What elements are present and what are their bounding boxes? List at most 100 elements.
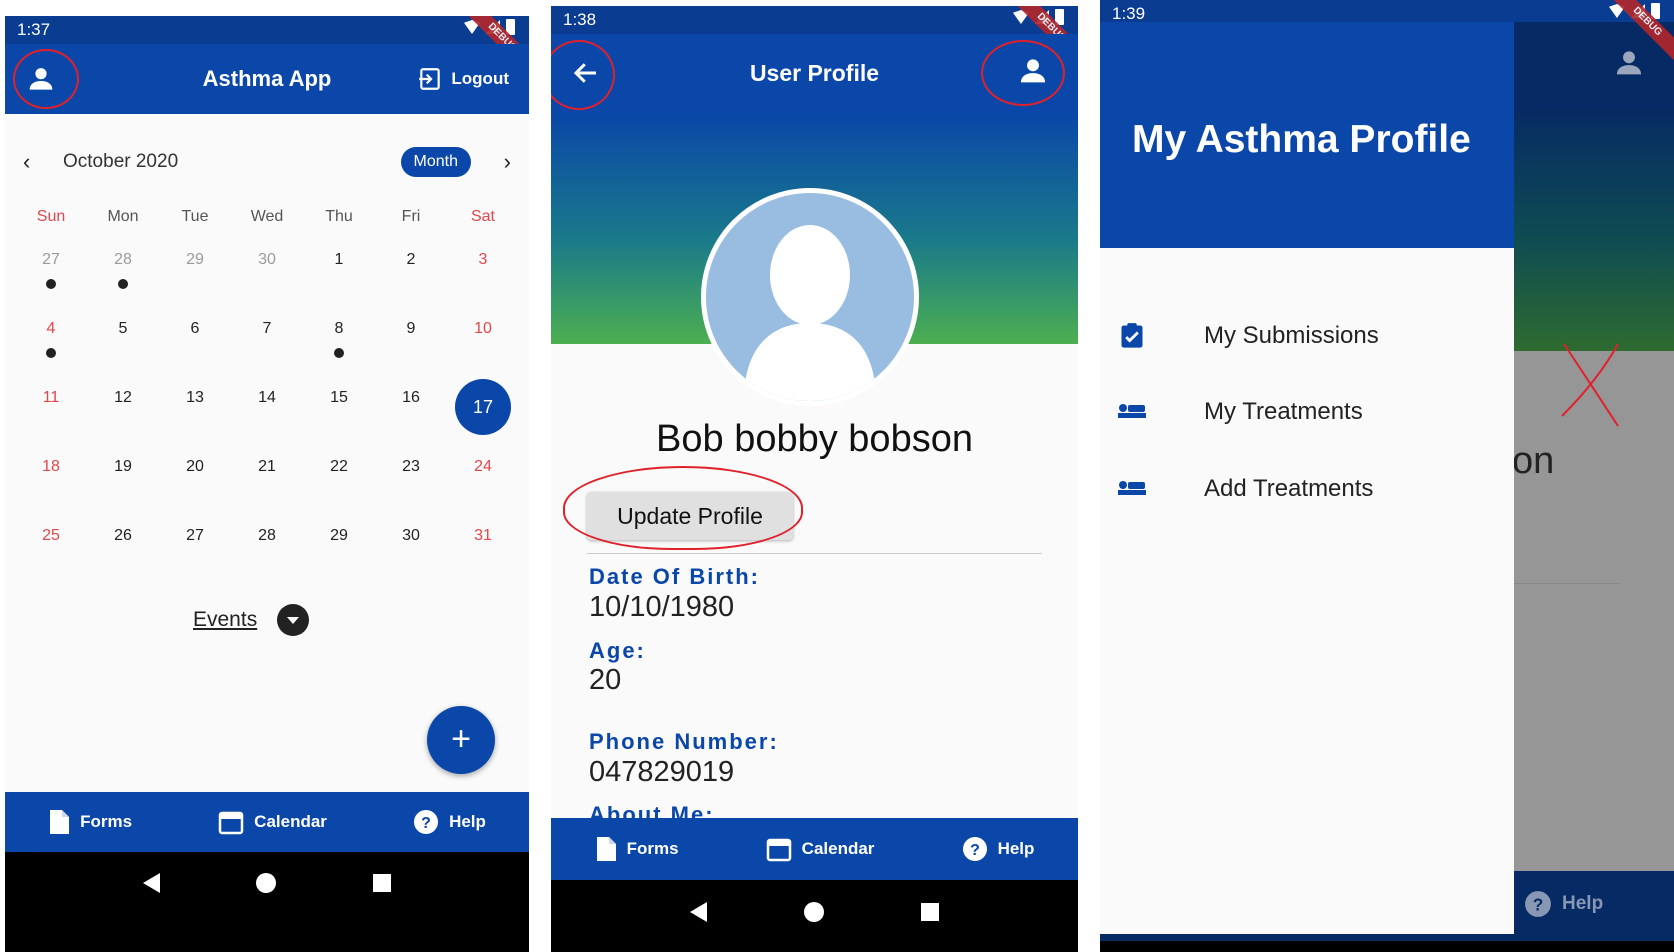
calendar-day[interactable]: 7 <box>231 310 303 379</box>
day-number: 19 <box>114 458 132 475</box>
nav-calendar-label: Calendar <box>254 812 327 831</box>
weekday-label: Fri <box>401 208 421 225</box>
calendar-day[interactable]: 1 <box>303 241 375 310</box>
day-number: 2 <box>406 251 416 268</box>
calendar-day[interactable]: 11 <box>15 379 87 448</box>
drawer-title: My Asthma Profile <box>1132 118 1471 161</box>
phone-value: 047829019 <box>589 756 735 788</box>
calendar-day[interactable]: 13 <box>159 379 231 448</box>
calendar-day-today[interactable]: 17 <box>447 379 519 448</box>
calendar-day[interactable]: 30 <box>231 241 303 310</box>
calendar-day[interactable]: 29 <box>159 241 231 310</box>
day-number: 29 <box>330 527 348 544</box>
drawer-item-treatments[interactable]: My Treatments <box>1118 398 1363 426</box>
calendar-day[interactable]: 9 <box>375 310 447 379</box>
calendar-day[interactable]: 4 <box>15 310 87 379</box>
drawer-item-submissions[interactable]: My Submissions <box>1118 322 1379 350</box>
calendar-day[interactable]: 27 <box>159 517 231 586</box>
calendar-day[interactable]: 23 <box>375 448 447 517</box>
home-icon[interactable] <box>256 873 277 893</box>
logout-button[interactable]: Logout <box>417 66 509 92</box>
calendar-day[interactable]: 10 <box>447 310 519 379</box>
weekday-label: Thu <box>325 208 353 225</box>
weekday-label: Mon <box>107 208 139 225</box>
calendar-day[interactable]: 26 <box>87 517 159 586</box>
day-number: 20 <box>186 458 204 475</box>
calendar-day[interactable]: 29 <box>303 517 375 586</box>
avatar <box>701 188 919 406</box>
calendar-day[interactable]: 27 <box>15 241 87 310</box>
nav-calendar[interactable]: Calendar <box>766 836 874 862</box>
nav-help[interactable]: ? Help <box>413 809 486 835</box>
logout-icon <box>419 68 441 90</box>
calendar-icon <box>218 811 244 835</box>
calendar-day[interactable]: 6 <box>159 310 231 379</box>
month-view-button[interactable]: Month <box>400 147 471 177</box>
scrim-person-icon <box>1612 46 1646 80</box>
recents-icon[interactable] <box>921 903 940 921</box>
event-marker <box>46 348 56 358</box>
nav-help[interactable]: ? Help <box>962 836 1034 862</box>
annotation-x <box>1561 343 1619 427</box>
calendar-day[interactable]: 19 <box>87 448 159 517</box>
day-number: 9 <box>406 320 416 337</box>
calendar-day[interactable]: 14 <box>231 379 303 448</box>
calendar-day[interactable]: 3 <box>447 241 519 310</box>
calendar-day[interactable]: 8 <box>303 310 375 379</box>
calendar-day[interactable]: 15 <box>303 379 375 448</box>
calendar-day[interactable]: 22 <box>303 448 375 517</box>
day-number: 17 <box>455 379 511 435</box>
calendar-day[interactable]: 12 <box>87 379 159 448</box>
nav-calendar[interactable]: Calendar <box>218 809 327 835</box>
calendar-day[interactable]: 5 <box>87 310 159 379</box>
day-number: 30 <box>402 527 420 544</box>
calendar-day[interactable]: 2 <box>375 241 447 310</box>
nav-forms[interactable]: Forms <box>48 809 132 835</box>
day-number: 24 <box>474 458 492 475</box>
events-label: Events <box>193 608 258 631</box>
back-icon[interactable] <box>143 873 161 893</box>
day-number: 27 <box>42 251 60 268</box>
weekday-label: Wed <box>250 208 284 225</box>
calendar-day[interactable]: 25 <box>15 517 87 586</box>
status-bar: 1:38 <box>551 6 1078 34</box>
day-number: 27 <box>186 527 204 544</box>
calendar-day[interactable]: 21 <box>231 448 303 517</box>
event-marker <box>334 348 344 358</box>
weekday-label: Tue <box>181 208 209 225</box>
next-month-icon[interactable]: › <box>471 149 511 175</box>
nav-forms-label: Forms <box>80 812 133 831</box>
calendar-day[interactable]: 20 <box>159 448 231 517</box>
calendar-day[interactable]: 28 <box>87 241 159 310</box>
svg-text:?: ? <box>970 842 980 859</box>
calendar-day[interactable]: 18 <box>15 448 87 517</box>
logout-label: Logout <box>451 69 509 88</box>
recents-icon[interactable] <box>372 874 391 892</box>
day-number: 28 <box>114 251 132 268</box>
prev-month-icon[interactable]: ‹ <box>23 149 63 175</box>
age-label: Age: <box>589 638 646 663</box>
events-toggle[interactable]: Events <box>193 604 310 636</box>
day-number: 5 <box>118 320 128 337</box>
drawer-item-add-treatments[interactable]: Add Treatments <box>1118 475 1373 503</box>
home-icon[interactable] <box>803 902 824 922</box>
calendar-day[interactable]: 31 <box>447 517 519 586</box>
event-marker <box>46 279 56 289</box>
status-bar: 1:37 <box>5 16 529 44</box>
day-number: 21 <box>258 458 276 475</box>
calendar-day[interactable]: 24 <box>447 448 519 517</box>
bottom-nav: Forms Calendar ? Help <box>5 792 529 852</box>
nav-forms-label: Forms <box>626 839 679 858</box>
nav-forms[interactable]: Forms <box>595 836 679 862</box>
calendar-day[interactable]: 28 <box>231 517 303 586</box>
divider <box>587 553 1042 554</box>
day-number: 29 <box>186 251 204 268</box>
calendar-day[interactable]: 16 <box>375 379 447 448</box>
calendar-day[interactable]: 30 <box>375 517 447 586</box>
nav-drawer: My Asthma Profile My Submissions My Trea… <box>1100 22 1514 934</box>
add-event-fab[interactable]: + <box>427 706 495 774</box>
day-number: 12 <box>114 389 132 406</box>
back-icon[interactable] <box>689 902 707 922</box>
day-number: 30 <box>258 251 276 268</box>
svg-text:?: ? <box>421 815 431 832</box>
